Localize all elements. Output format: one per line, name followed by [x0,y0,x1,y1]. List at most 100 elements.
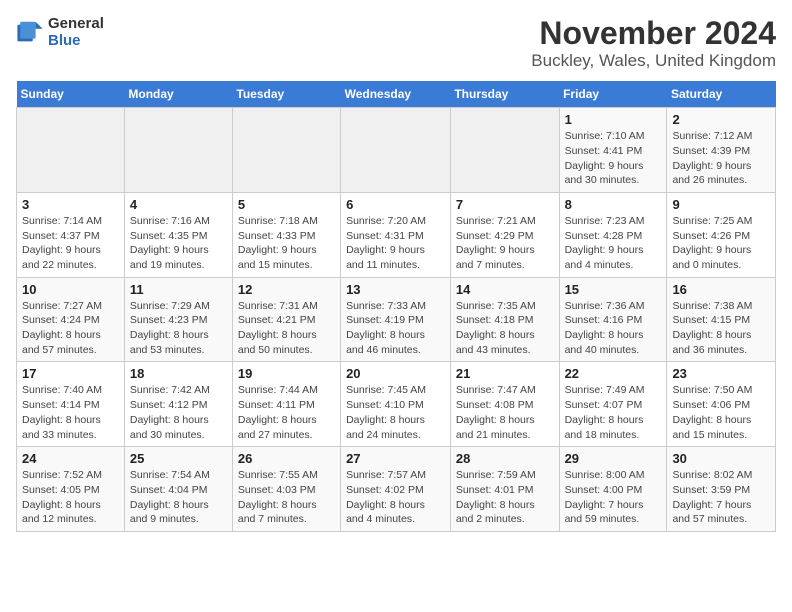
calendar-cell: 13Sunrise: 7:33 AM Sunset: 4:19 PM Dayli… [341,277,451,362]
day-number: 19 [238,366,335,381]
calendar-cell [17,108,125,193]
day-info: Sunrise: 7:31 AM Sunset: 4:21 PM Dayligh… [238,299,335,358]
calendar-cell: 28 Sunrise: 7:59 AM Sunset: 4:01 PM Dayli… [450,447,559,532]
day-number: 1 [565,112,662,127]
day-info: Sunrise: 7:55 AM Sunset: 4:03 PM Dayligh… [238,468,335,527]
day-number: 26 [238,451,335,466]
day-number: 23 [672,366,770,381]
day-info: Sunrise: 7:57 AM Sunset: 4:02 PM Dayligh… [346,468,445,527]
calendar-subtitle: Buckley, Wales, United Kingdom [531,51,776,71]
day-info: Sunrise: 7:20 AM Sunset: 4:31 PM Dayligh… [346,214,445,273]
day-number: 20 [346,366,445,381]
day-number: 16 [672,282,770,297]
calendar-cell: 1 Sunrise: 7:10 AM Sunset: 4:41 PM Daylig… [559,108,667,193]
day-info: Sunrise: 7:44 AM Sunset: 4:11 PM Dayligh… [238,383,335,442]
calendar-cell: 10Sunrise: 7:27 AM Sunset: 4:24 PM Dayli… [17,277,125,362]
day-info: Sunrise: 7:40 AM Sunset: 4:14 PM Dayligh… [22,383,119,442]
day-info: Sunrise: 7:38 AM Sunset: 4:15 PM Dayligh… [672,299,770,358]
day-info: Sunrise: 8:00 AM Sunset: 4:00 PM Dayligh… [565,468,662,527]
calendar-cell: 21 Sunrise: 7:47 AM Sunset: 4:08 PM Dayli… [450,362,559,447]
day-info: Sunrise: 7:36 AM Sunset: 4:16 PM Dayligh… [565,299,662,358]
day-number: 10 [22,282,119,297]
weekday-header: Monday [124,81,232,108]
day-number: 22 [565,366,662,381]
calendar-cell: 8Sunrise: 7:23 AM Sunset: 4:28 PM Daylig… [559,192,667,277]
day-number: 24 [22,451,119,466]
calendar-week-row: 24Sunrise: 7:52 AM Sunset: 4:05 PM Dayli… [17,447,776,532]
calendar-cell: 27 Sunrise: 7:57 AM Sunset: 4:02 PM Dayli… [341,447,451,532]
day-number: 3 [22,197,119,212]
weekday-header: Friday [559,81,667,108]
day-info: Sunrise: 7:18 AM Sunset: 4:33 PM Dayligh… [238,214,335,273]
day-info: Sunrise: 7:23 AM Sunset: 4:28 PM Dayligh… [565,214,662,273]
calendar-title: November 2024 [531,16,776,51]
day-number: 6 [346,197,445,212]
day-number: 5 [238,197,335,212]
day-info: Sunrise: 7:12 AM Sunset: 4:39 PM Dayligh… [672,129,770,188]
page-header: General Blue November 2024 Buckley, Wale… [16,16,776,71]
calendar-header-row: SundayMondayTuesdayWednesdayThursdayFrid… [17,81,776,108]
logo-icon [16,19,44,47]
calendar-cell: 16 Sunrise: 7:38 AM Sunset: 4:15 PM Dayli… [667,277,776,362]
day-info: Sunrise: 7:35 AM Sunset: 4:18 PM Dayligh… [456,299,554,358]
day-number: 30 [672,451,770,466]
day-info: Sunrise: 7:16 AM Sunset: 4:35 PM Dayligh… [130,214,227,273]
calendar-cell: 2Sunrise: 7:12 AM Sunset: 4:39 PM Daylig… [667,108,776,193]
calendar-cell: 23 Sunrise: 7:50 AM Sunset: 4:06 PM Dayli… [667,362,776,447]
day-number: 18 [130,366,227,381]
day-info: Sunrise: 7:10 AM Sunset: 4:41 PM Dayligh… [565,129,662,188]
calendar-cell: 6 Sunrise: 7:20 AM Sunset: 4:31 PM Daylig… [341,192,451,277]
calendar-cell [450,108,559,193]
calendar-week-row: 17Sunrise: 7:40 AM Sunset: 4:14 PM Dayli… [17,362,776,447]
calendar-week-row: 10Sunrise: 7:27 AM Sunset: 4:24 PM Dayli… [17,277,776,362]
day-number: 27 [346,451,445,466]
logo-blue-text: Blue [48,33,104,50]
logo: General Blue [16,16,104,49]
calendar-cell: 22 Sunrise: 7:49 AM Sunset: 4:07 PM Dayli… [559,362,667,447]
calendar-cell: 26 Sunrise: 7:55 AM Sunset: 4:03 PM Dayli… [232,447,340,532]
day-number: 15 [565,282,662,297]
calendar-cell: 5 Sunrise: 7:18 AM Sunset: 4:33 PM Daylig… [232,192,340,277]
calendar-cell: 4 Sunrise: 7:16 AM Sunset: 4:35 PM Daylig… [124,192,232,277]
weekday-header: Sunday [17,81,125,108]
day-info: Sunrise: 8:02 AM Sunset: 3:59 PM Dayligh… [672,468,770,527]
day-number: 21 [456,366,554,381]
day-info: Sunrise: 7:42 AM Sunset: 4:12 PM Dayligh… [130,383,227,442]
logo-text: General Blue [48,16,104,49]
calendar-cell [124,108,232,193]
day-info: Sunrise: 7:49 AM Sunset: 4:07 PM Dayligh… [565,383,662,442]
day-info: Sunrise: 7:21 AM Sunset: 4:29 PM Dayligh… [456,214,554,273]
calendar-cell: 14Sunrise: 7:35 AM Sunset: 4:18 PM Dayli… [450,277,559,362]
calendar-cell [341,108,451,193]
calendar-cell: 3 Sunrise: 7:14 AM Sunset: 4:37 PM Daylig… [17,192,125,277]
day-number: 9 [672,197,770,212]
logo-general-text: General [48,16,104,33]
day-info: Sunrise: 7:47 AM Sunset: 4:08 PM Dayligh… [456,383,554,442]
day-info: Sunrise: 7:14 AM Sunset: 4:37 PM Dayligh… [22,214,119,273]
calendar-cell: 15 Sunrise: 7:36 AM Sunset: 4:16 PM Dayli… [559,277,667,362]
calendar-cell: 25 Sunrise: 7:54 AM Sunset: 4:04 PM Dayli… [124,447,232,532]
calendar-week-row: 1 Sunrise: 7:10 AM Sunset: 4:41 PM Daylig… [17,108,776,193]
calendar-cell: 19 Sunrise: 7:44 AM Sunset: 4:11 PM Dayli… [232,362,340,447]
day-number: 11 [130,282,227,297]
calendar-cell: 24Sunrise: 7:52 AM Sunset: 4:05 PM Dayli… [17,447,125,532]
title-section: November 2024 Buckley, Wales, United Kin… [531,16,776,71]
weekday-header: Tuesday [232,81,340,108]
day-info: Sunrise: 7:25 AM Sunset: 4:26 PM Dayligh… [672,214,770,273]
calendar-cell: 9 Sunrise: 7:25 AM Sunset: 4:26 PM Daylig… [667,192,776,277]
day-number: 29 [565,451,662,466]
calendar-cell: 30 Sunrise: 8:02 AM Sunset: 3:59 PM Dayli… [667,447,776,532]
day-number: 4 [130,197,227,212]
calendar-week-row: 3 Sunrise: 7:14 AM Sunset: 4:37 PM Daylig… [17,192,776,277]
weekday-header: Wednesday [341,81,451,108]
calendar-cell: 11Sunrise: 7:29 AM Sunset: 4:23 PM Dayli… [124,277,232,362]
calendar-cell: 12Sunrise: 7:31 AM Sunset: 4:21 PM Dayli… [232,277,340,362]
day-number: 25 [130,451,227,466]
calendar-table: SundayMondayTuesdayWednesdayThursdayFrid… [16,81,776,532]
day-info: Sunrise: 7:54 AM Sunset: 4:04 PM Dayligh… [130,468,227,527]
day-info: Sunrise: 7:50 AM Sunset: 4:06 PM Dayligh… [672,383,770,442]
weekday-header: Saturday [667,81,776,108]
calendar-cell: 20Sunrise: 7:45 AM Sunset: 4:10 PM Dayli… [341,362,451,447]
day-number: 28 [456,451,554,466]
day-info: Sunrise: 7:59 AM Sunset: 4:01 PM Dayligh… [456,468,554,527]
